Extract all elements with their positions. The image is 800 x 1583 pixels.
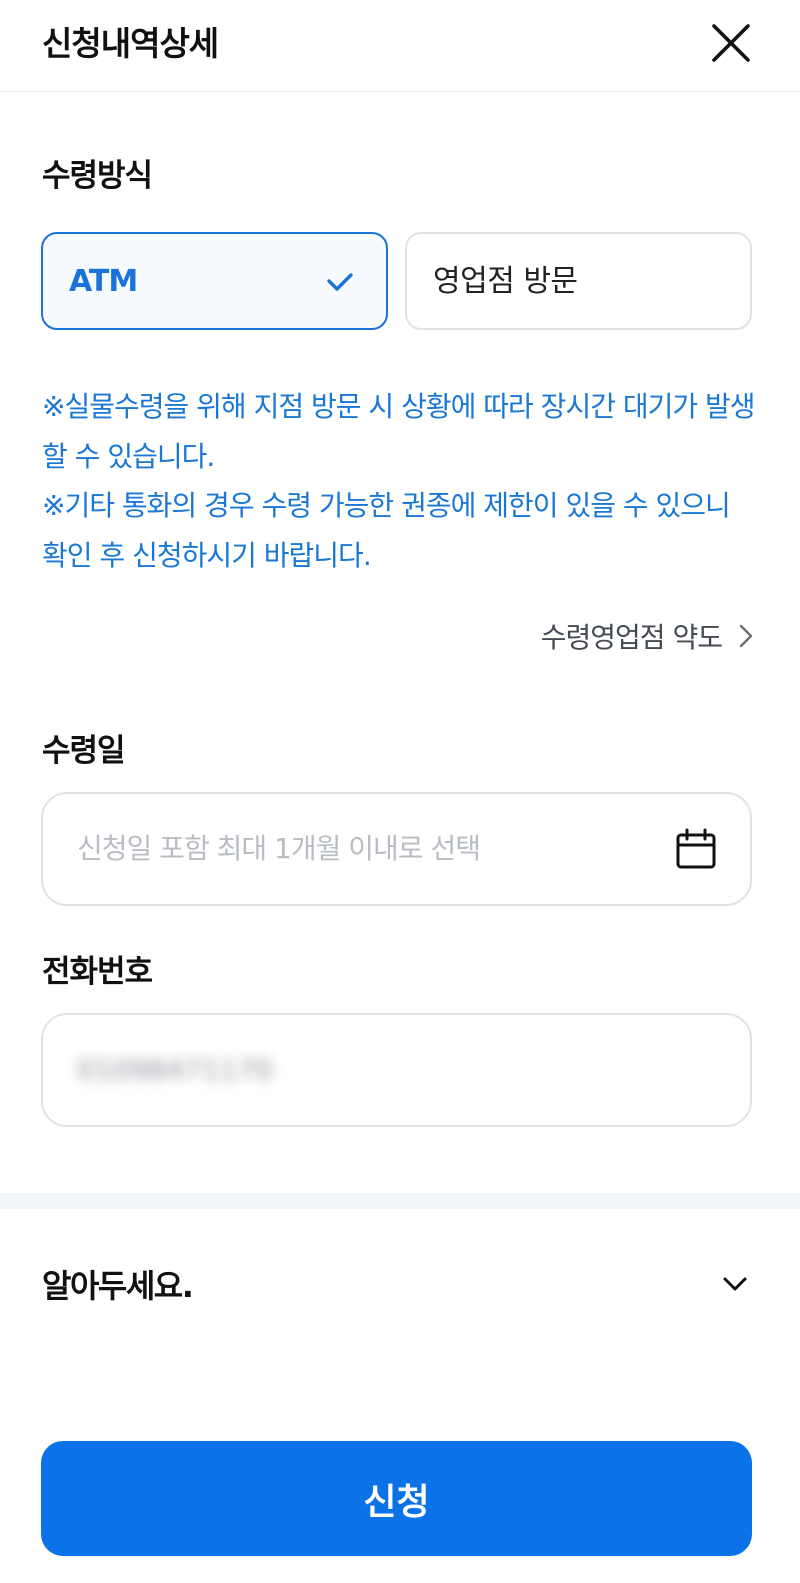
close-button[interactable] xyxy=(706,18,756,68)
notice-accordion-title: 알아두세요. xyxy=(42,1267,194,1305)
submit-button-label: 신청 xyxy=(363,1481,430,1523)
branch-map-link-label: 수령영업점 약도 xyxy=(540,621,723,654)
notice-text: ※실물수령을 위해 지점 방문 시 상황에 따라 장시간 대기가 발생할 수 있… xyxy=(42,382,758,580)
branch-map-link[interactable]: 수령영업점 약도 xyxy=(541,616,754,656)
header: 신청내역상세 xyxy=(0,0,800,92)
page-title: 신청내역상세 xyxy=(42,24,219,63)
option-atm[interactable]: ATM xyxy=(41,232,388,330)
receipt-date-field[interactable]: 신청일 포함 최대 1개월 이내로 선택 xyxy=(41,792,752,906)
chevron-down-icon xyxy=(723,1277,747,1291)
receipt-date-placeholder: 신청일 포함 최대 1개월 이내로 선택 xyxy=(77,832,481,865)
notice-line-2: ※기타 통화의 경우 수령 가능한 권종에 제한이 있을 수 있으니 확인 후 … xyxy=(42,489,731,572)
close-icon xyxy=(712,24,750,62)
phone-title: 전화번호 xyxy=(42,954,153,990)
option-branch-visit-label: 영업점 방문 xyxy=(433,264,578,299)
receipt-method-title: 수령방식 xyxy=(42,158,153,194)
notice-accordion[interactable]: 알아두세요. xyxy=(0,1209,800,1359)
notice-line-1: ※실물수령을 위해 지점 방문 시 상황에 따라 장시간 대기가 발생할 수 있… xyxy=(42,390,756,473)
phone-value: 01098471170 xyxy=(77,1053,273,1086)
submit-button[interactable]: 신청 xyxy=(41,1441,752,1556)
phone-field[interactable]: 01098471170 xyxy=(41,1013,752,1127)
receipt-date-title: 수령일 xyxy=(42,733,126,769)
option-atm-label: ATM xyxy=(69,264,138,299)
option-branch-visit[interactable]: 영업점 방문 xyxy=(405,232,752,330)
check-icon xyxy=(327,273,353,291)
chevron-right-icon xyxy=(739,624,753,648)
section-divider xyxy=(0,1193,800,1209)
calendar-icon[interactable] xyxy=(675,828,717,870)
